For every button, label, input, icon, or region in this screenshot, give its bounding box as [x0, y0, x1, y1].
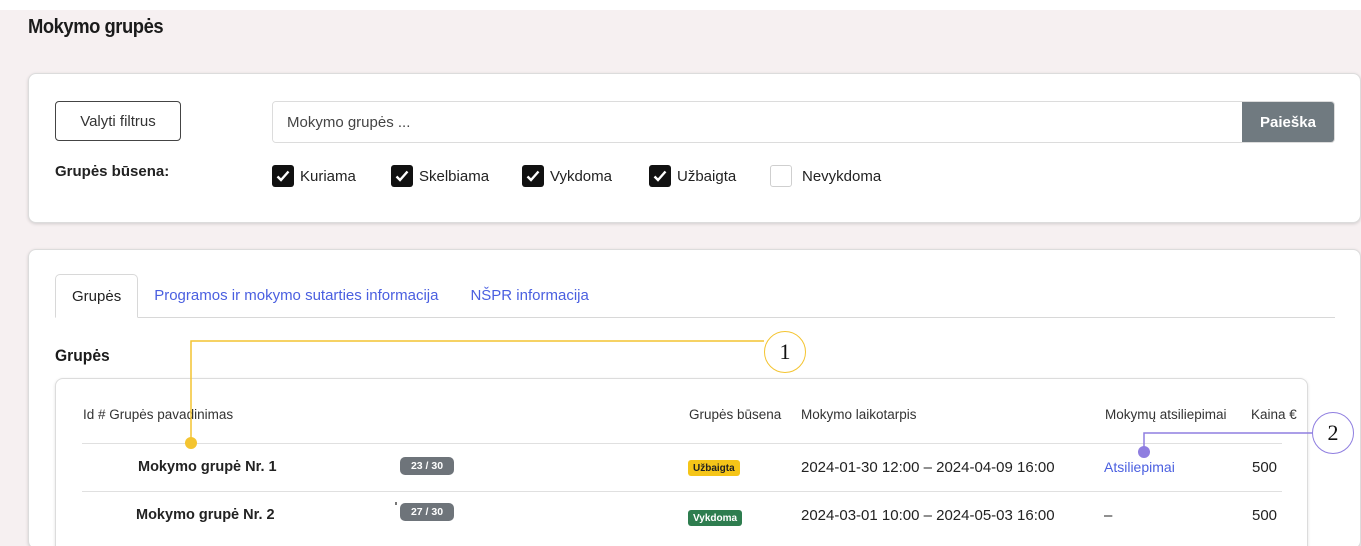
annotation-marker-1: 1: [764, 331, 806, 373]
annotation-dot-2: [1138, 446, 1150, 458]
annotation-marker-2: 2: [1312, 412, 1354, 454]
annotation-dot-1: [185, 437, 197, 449]
annotation-overlay: [185, 340, 1313, 458]
annotation-leader-1: [190, 340, 764, 443]
annotation-leader-2: [1143, 432, 1313, 452]
